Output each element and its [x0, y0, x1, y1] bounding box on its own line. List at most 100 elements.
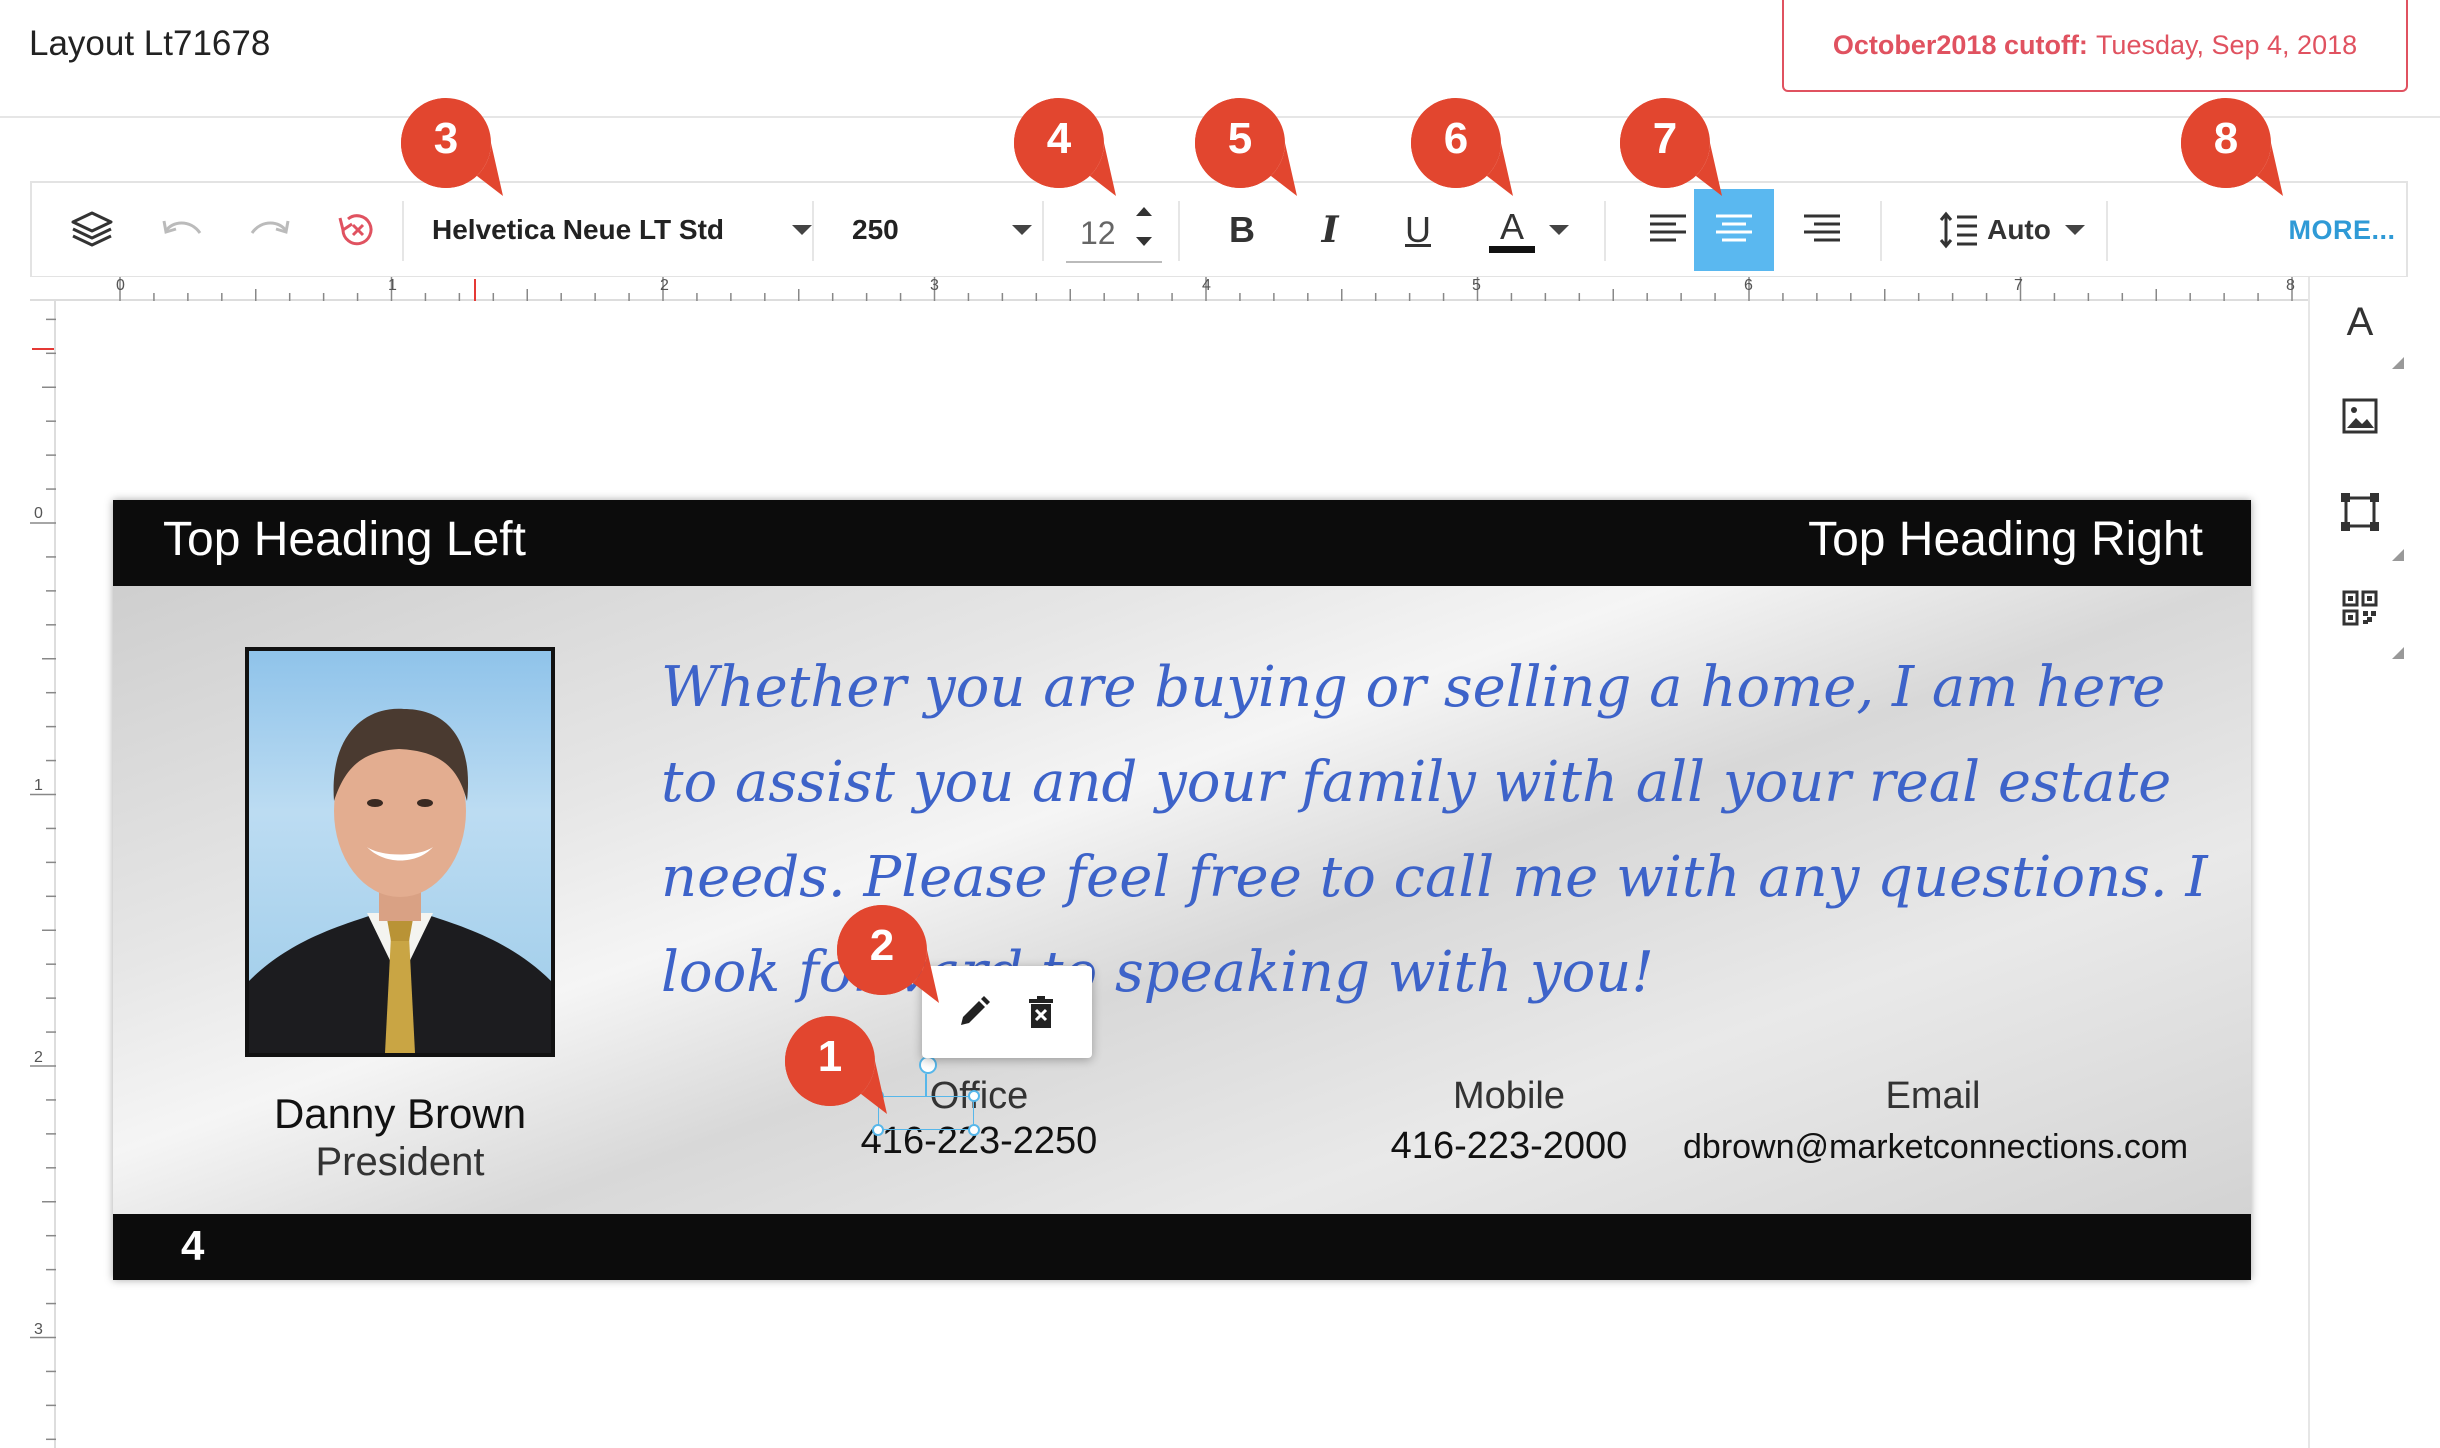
- toolbar-divider: [402, 201, 404, 261]
- chevron-down-icon: [1012, 225, 1032, 235]
- more-button[interactable]: MORE...: [2272, 183, 2412, 277]
- resize-handle-bottom-right[interactable]: [968, 1124, 980, 1136]
- ruler-label: 2: [34, 1049, 43, 1066]
- ruler-label: 3: [34, 1321, 43, 1338]
- top-heading-left[interactable]: Top Heading Left: [163, 512, 526, 567]
- callout-number: 7: [1652, 114, 1678, 163]
- toolbar-divider: [1042, 201, 1044, 261]
- ruler-label: 1: [34, 777, 43, 794]
- add-text-tool[interactable]: A: [2310, 282, 2410, 362]
- toolbar-divider: [812, 201, 814, 261]
- font-weight-value: 250: [852, 214, 899, 245]
- callout-number: 2: [869, 921, 895, 970]
- callout-number: 3: [433, 114, 459, 163]
- line-height-icon: [1939, 211, 1978, 249]
- callout-number: 5: [1227, 114, 1253, 163]
- align-left-icon: [1650, 214, 1686, 242]
- cutoff-label: October2018 cutoff:: [1832, 29, 2088, 60]
- font-weight-select[interactable]: 250: [852, 183, 1032, 277]
- text-color-swatch: [1489, 245, 1535, 253]
- layout-title: Layout Lt71678: [29, 24, 271, 63]
- agent-role[interactable]: President: [213, 1140, 587, 1185]
- align-right-icon: [1804, 214, 1840, 242]
- agent-name[interactable]: Danny Brown: [213, 1090, 587, 1138]
- callout-number: 6: [1443, 114, 1469, 163]
- email-label[interactable]: Email: [1683, 1075, 2183, 1118]
- redo-button[interactable]: [230, 183, 310, 277]
- qr-code-icon: [2342, 590, 2378, 626]
- trash-icon: [1028, 996, 1053, 1028]
- decrement-icon[interactable]: [1136, 237, 1152, 246]
- resize-handle-top-right[interactable]: [968, 1090, 980, 1102]
- line-height-select[interactable]: Auto: [1912, 183, 2112, 277]
- callout-5: 5: [1193, 96, 1297, 196]
- text-tool-icon: A: [2346, 299, 2374, 344]
- mobile-label[interactable]: Mobile: [1359, 1075, 1659, 1118]
- ruler-label: 2: [660, 277, 669, 294]
- italic-icon: I: [1321, 209, 1339, 251]
- align-center-icon: [1716, 214, 1752, 242]
- image-icon: [2342, 398, 2378, 434]
- shape-frame-icon: [2341, 493, 2379, 531]
- mobile-phone[interactable]: 416-223-2000: [1359, 1125, 1659, 1168]
- cutoff-date: Tuesday, Sep 4, 2018: [2095, 29, 2358, 60]
- edit-element-button[interactable]: [949, 987, 999, 1037]
- ruler-label: 8: [2286, 277, 2295, 294]
- horizontal-ruler: 0 1 2 3 4 5 6 7 8: [30, 277, 2308, 301]
- ruler-label: 7: [2014, 277, 2023, 294]
- toolbar-divider: [2106, 201, 2108, 261]
- reset-button[interactable]: [316, 183, 396, 277]
- layers-button[interactable]: [52, 183, 132, 277]
- add-image-tool[interactable]: [2310, 376, 2410, 456]
- callout-number: 8: [2213, 114, 2239, 163]
- more-link: MORE...: [2288, 214, 2396, 245]
- align-right-button[interactable]: [1782, 183, 1862, 277]
- resize-handle-bottom-left[interactable]: [872, 1124, 884, 1136]
- redo-icon: [250, 220, 290, 234]
- ruler-ticks: [30, 318, 56, 1441]
- ruler-ticks: [119, 277, 2293, 301]
- business-card-canvas[interactable]: Top Heading Left Top Heading Right Danny…: [113, 500, 2251, 1280]
- top-heading-right[interactable]: Top Heading Right: [1808, 512, 2203, 567]
- delete-element-button[interactable]: [1016, 987, 1066, 1037]
- callout-2: 2: [835, 903, 939, 1003]
- callout-8: 8: [2179, 96, 2283, 196]
- font-family-value: Helvetica Neue LT Std: [432, 214, 725, 245]
- bold-icon: B: [1229, 209, 1255, 250]
- rotate-handle[interactable]: [919, 1056, 937, 1074]
- toolbar-divider: [1880, 201, 1882, 261]
- expand-corner-icon: [2392, 647, 2404, 659]
- toolbar-divider: [1178, 201, 1180, 261]
- undo-icon: [162, 220, 202, 234]
- underline-icon: U: [1405, 209, 1431, 250]
- add-shape-tool[interactable]: [2310, 472, 2410, 552]
- increment-icon[interactable]: [1136, 207, 1152, 216]
- chevron-down-icon: [2064, 225, 2085, 235]
- font-size-stepper[interactable]: 12: [1066, 197, 1162, 263]
- font-size-value: 12: [1080, 215, 1116, 251]
- add-qr-code-tool[interactable]: [2310, 568, 2410, 648]
- bottom-bar: 4: [113, 1214, 2251, 1280]
- ruler-label: 0: [34, 505, 43, 522]
- undo-button[interactable]: [142, 183, 222, 277]
- ruler-label: 0: [116, 277, 125, 294]
- top-heading-bar: Top Heading Left Top Heading Right: [113, 500, 2251, 586]
- ruler-cursor-marker: [32, 348, 54, 350]
- callout-6: 6: [1409, 96, 1513, 196]
- callout-3: 3: [399, 96, 503, 196]
- expand-corner-icon: [2392, 357, 2404, 369]
- ruler-label: 1: [388, 277, 397, 294]
- page-number: 4: [181, 1222, 205, 1269]
- element-context-menu: [922, 966, 1092, 1058]
- agent-photo[interactable]: [245, 647, 555, 1057]
- callout-4: 4: [1012, 96, 1116, 196]
- email-address[interactable]: dbrown@marketconnections.com: [1683, 1128, 2188, 1167]
- text-color-letter: A: [1499, 205, 1524, 247]
- layers-icon: [71, 211, 113, 247]
- expand-corner-icon: [2392, 549, 2404, 561]
- ruler-label: 3: [930, 277, 939, 294]
- vertical-ruler: 0 1 2 3: [30, 301, 56, 1448]
- agent-portrait-image: [249, 708, 551, 1053]
- callout-1: 1: [783, 1014, 887, 1114]
- line-height-value: Auto: [1987, 214, 2051, 245]
